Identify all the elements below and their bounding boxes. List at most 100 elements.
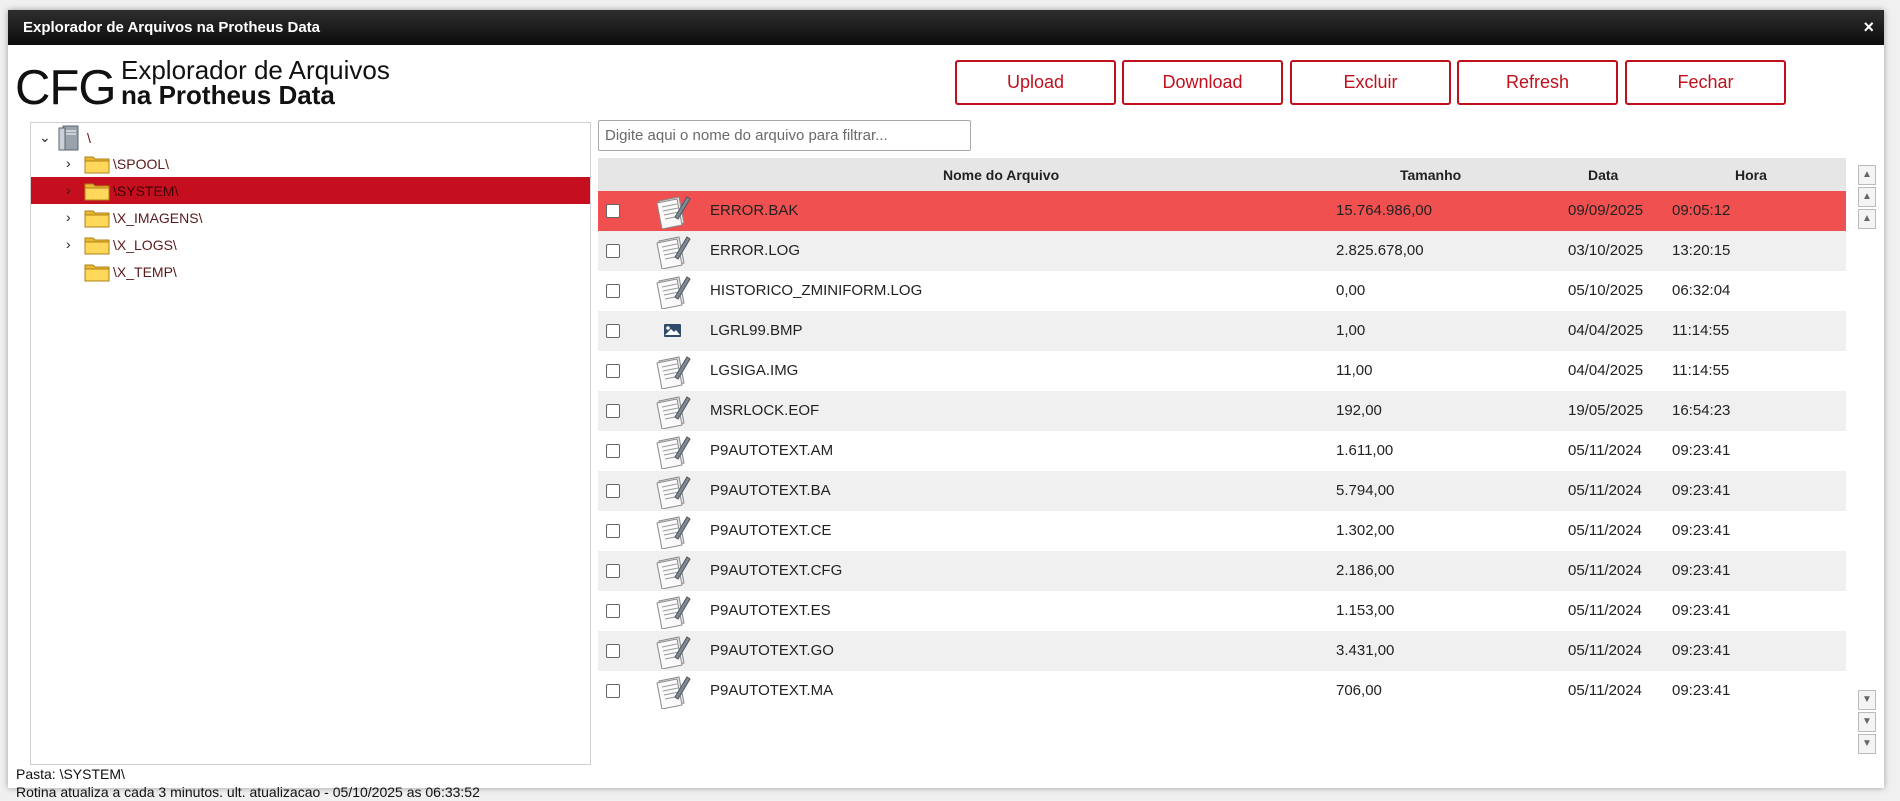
file-name: P9AUTOTEXT.BA [710, 482, 831, 499]
file-time: 09:23:41 [1672, 442, 1731, 459]
scroll-down-icon[interactable]: ▼ [1858, 690, 1876, 710]
logo-cfg: CFG [15, 61, 116, 115]
chevron-right-icon[interactable]: › [66, 209, 71, 225]
file-size: 11,00 [1336, 362, 1373, 379]
row-checkbox[interactable] [606, 604, 620, 618]
upload-button[interactable]: Upload [955, 60, 1116, 105]
row-checkbox[interactable] [606, 564, 620, 578]
tree-item[interactable]: › \X_LOGS\ [31, 231, 590, 258]
tree-item-label: \SYSTEM\ [113, 183, 179, 199]
table-row[interactable]: P9AUTOTEXT.CE 1.302,00 05/11/2024 09:23:41 [598, 511, 1846, 551]
tree-item-label: \X_TEMP\ [113, 264, 177, 280]
file-time: 09:23:41 [1672, 522, 1731, 539]
column-header-date[interactable]: Data [1588, 167, 1618, 183]
table-row[interactable]: P9AUTOTEXT.CFG 2.186,00 05/11/2024 09:23:41 [598, 551, 1846, 591]
file-time: 09:23:41 [1672, 602, 1731, 619]
file-time: 09:05:12 [1672, 202, 1731, 219]
scroll-top-icon[interactable]: ▲ [1858, 165, 1876, 185]
chevron-right-icon[interactable]: › [66, 236, 71, 252]
row-checkbox[interactable] [606, 484, 620, 498]
table-row[interactable]: P9AUTOTEXT.AM 1.611,00 05/11/2024 09:23:41 [598, 431, 1846, 471]
delete-button[interactable]: Excluir [1290, 60, 1451, 105]
file-time: 11:14:55 [1672, 362, 1730, 379]
row-checkbox[interactable] [606, 444, 620, 458]
table-row[interactable]: ERROR.BAK 15.764.986,00 09/09/2025 09:05:12 [598, 191, 1846, 231]
document-icon [653, 513, 691, 550]
tree-item[interactable]: › \SYSTEM\ [31, 177, 590, 204]
table-row[interactable]: P9AUTOTEXT.MA 706,00 05/11/2024 09:23:41 [598, 671, 1846, 711]
grid-scrollbar[interactable]: ▲ ▲ ▲ ▼ ▼ ▼ [1858, 165, 1878, 755]
document-icon [653, 673, 691, 710]
file-date: 05/11/2024 [1568, 602, 1642, 619]
file-date: 05/10/2025 [1568, 282, 1644, 299]
grid-header: Nome do Arquivo Tamanho Data Hora [598, 158, 1846, 191]
download-button[interactable]: Download [1122, 60, 1283, 105]
file-date: 19/05/2025 [1568, 402, 1644, 419]
tree-item[interactable]: › \SPOOL\ [31, 150, 590, 177]
close-icon[interactable]: × [1863, 10, 1874, 45]
row-checkbox[interactable] [606, 284, 620, 298]
tree-item-label: \X_IMAGENS\ [113, 210, 203, 226]
file-size: 3.431,00 [1336, 642, 1395, 659]
close-button[interactable]: Fechar [1625, 60, 1786, 105]
document-icon [653, 593, 691, 630]
document-icon [653, 473, 691, 510]
column-header-size[interactable]: Tamanho [1400, 167, 1461, 183]
file-name: P9AUTOTEXT.AM [710, 442, 834, 459]
image-icon [653, 313, 691, 349]
refresh-button[interactable]: Refresh [1457, 60, 1618, 105]
table-row[interactable]: MSRLOCK.EOF 192,00 19/05/2025 16:54:23 [598, 391, 1846, 431]
file-time: 09:23:41 [1672, 482, 1731, 499]
file-time: 09:23:41 [1672, 682, 1731, 699]
file-name: P9AUTOTEXT.GO [710, 642, 834, 659]
folder-tree: ⌄ \ › \SPOOL\ › \SYSTEM\ › \X_IMAGENS\ › \X_LOGS\… [30, 122, 591, 765]
table-row[interactable]: ERROR.LOG 2.825.678,00 03/10/2025 13:20:15 [598, 231, 1846, 271]
tree-item[interactable]: › \X_IMAGENS\ [31, 204, 590, 231]
file-date: 05/11/2024 [1568, 482, 1642, 499]
row-checkbox[interactable] [606, 644, 620, 658]
table-row[interactable]: LGRL99.BMP 1,00 04/04/2025 11:14:55 [598, 311, 1846, 351]
table-row[interactable]: HISTORICO_ZMINIFORM.LOG 0,00 05/10/2025 06:… [598, 271, 1846, 311]
chevron-right-icon[interactable]: › [66, 155, 71, 171]
file-name: LGRL99.BMP [710, 322, 803, 339]
table-row[interactable]: P9AUTOTEXT.BA 5.794,00 05/11/2024 09:23:41 [598, 471, 1846, 511]
tree-root-label: \ [87, 130, 91, 146]
chevron-down-icon[interactable]: ⌄ [39, 129, 51, 146]
status-bar: Pasta: \SYSTEM\ Rotina atualiza a cada 3… [16, 765, 480, 801]
file-time: 09:23:41 [1672, 642, 1731, 659]
file-name: P9AUTOTEXT.ES [710, 602, 831, 619]
row-checkbox[interactable] [606, 524, 620, 538]
file-size: 706,00 [1336, 682, 1382, 699]
document-icon [653, 233, 691, 270]
scroll-page-up-icon[interactable]: ▲ [1858, 187, 1876, 207]
row-checkbox[interactable] [606, 324, 620, 338]
table-row[interactable]: P9AUTOTEXT.GO 3.431,00 05/11/2024 09:23:41 [598, 631, 1846, 671]
scroll-page-down-icon[interactable]: ▼ [1858, 712, 1876, 732]
table-row[interactable]: P9AUTOTEXT.ES 1.153,00 05/11/2024 09:23:41 [598, 591, 1846, 631]
row-checkbox[interactable] [606, 404, 620, 418]
file-name: P9AUTOTEXT.MA [710, 682, 834, 699]
table-row[interactable]: LGSIGA.IMG 11,00 04/04/2025 11:14:55 [598, 351, 1846, 391]
column-header-name[interactable]: Nome do Arquivo [943, 167, 1059, 183]
app-heading-line2: na Protheus Data [121, 80, 335, 110]
chevron-right-icon[interactable]: › [66, 182, 71, 198]
tree-item[interactable]: \X_TEMP\ [31, 258, 590, 285]
file-size: 192,00 [1336, 402, 1382, 419]
scroll-up-icon[interactable]: ▲ [1858, 209, 1876, 229]
row-checkbox[interactable] [606, 204, 620, 218]
file-name: HISTORICO_ZMINIFORM.LOG [710, 282, 923, 299]
row-checkbox[interactable] [606, 684, 620, 698]
row-checkbox[interactable] [606, 364, 620, 378]
file-time: 09:23:41 [1672, 562, 1731, 579]
file-time: 16:54:23 [1672, 402, 1731, 419]
file-date: 04/04/2025 [1568, 322, 1644, 339]
document-icon [653, 353, 691, 390]
document-icon [653, 433, 691, 470]
column-header-time[interactable]: Hora [1735, 167, 1767, 183]
row-checkbox[interactable] [606, 244, 620, 258]
tree-item-label: \X_LOGS\ [113, 237, 177, 253]
file-size: 1.611,00 [1336, 442, 1394, 459]
filter-input[interactable] [598, 120, 971, 151]
current-folder-text: Pasta: \SYSTEM\ [16, 766, 125, 782]
scroll-bottom-icon[interactable]: ▼ [1858, 734, 1876, 754]
